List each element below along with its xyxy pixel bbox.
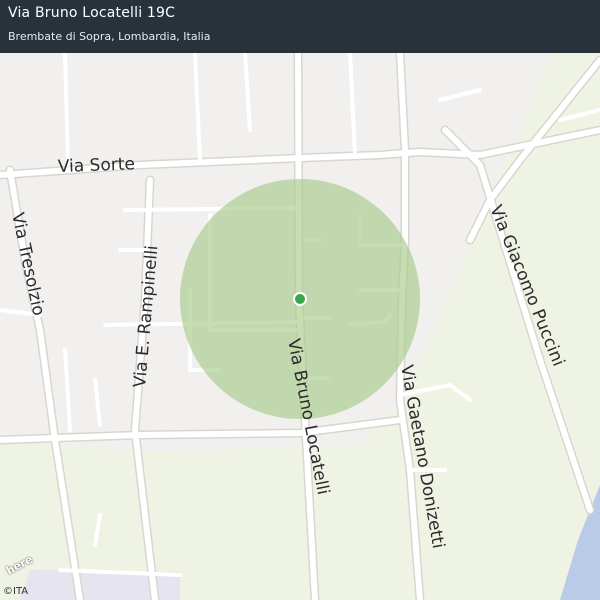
map-canvas[interactable]: Via Sorte Via Tresolzio Via E. Rampinell… bbox=[0, 0, 600, 600]
map-view[interactable]: Via Sorte Via Tresolzio Via E. Rampinell… bbox=[0, 0, 600, 600]
address-subtitle: Brembate di Sopra, Lombardia, Italia bbox=[8, 30, 211, 43]
river bbox=[560, 485, 600, 600]
location-marker[interactable] bbox=[295, 294, 305, 304]
street-label-puccini: Via Giacomo Puccini bbox=[485, 202, 568, 369]
location-header: Via Bruno Locatelli 19C Brembate di Sopr… bbox=[0, 0, 600, 53]
street-label-sorte: Via Sorte bbox=[57, 154, 135, 177]
address-title: Via Bruno Locatelli 19C bbox=[8, 5, 176, 21]
copyright-text: ©ITA bbox=[3, 586, 29, 597]
